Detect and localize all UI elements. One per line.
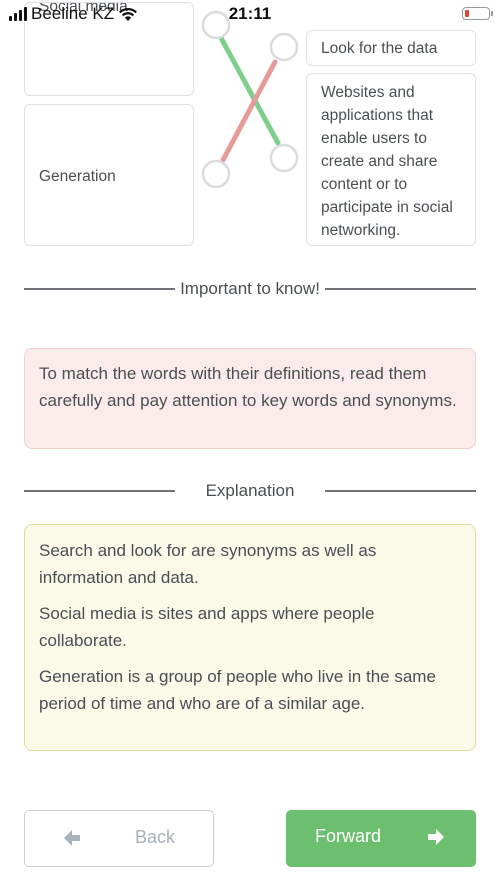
important-text: To match the words with their definition… <box>39 364 457 410</box>
right-item-look-for-the-data[interactable]: Look for the data <box>306 30 476 66</box>
right-item-label: Look for the data <box>321 40 438 57</box>
explanation-note: Search and look for are synonyms as well… <box>24 524 476 751</box>
right-connector-dot-1[interactable] <box>269 32 299 62</box>
back-label: Back <box>135 827 176 847</box>
important-note: To match the words with their definition… <box>24 348 476 449</box>
right-connector-dot-2[interactable] <box>269 143 299 173</box>
battery-icon <box>462 7 493 20</box>
connection-line-incorrect <box>220 59 278 163</box>
explanation-paragraph: Search and look for are synonyms as well… <box>39 541 377 587</box>
left-item-label: Generation <box>39 168 116 185</box>
divider-line <box>325 288 476 290</box>
connection-lines <box>201 10 299 189</box>
right-item-websites-definition[interactable]: Websites and applications that enable us… <box>306 73 476 246</box>
forward-button[interactable]: Forward <box>286 810 476 867</box>
right-item-label: Websites and applications that enable us… <box>321 84 453 239</box>
arrow-left-icon <box>64 830 80 846</box>
explanation-heading: Explanation <box>205 481 295 500</box>
arrow-right-icon <box>428 829 444 845</box>
status-bar: Beeline KZ 21:11 <box>0 0 500 30</box>
explanation-paragraph: Social media is sites and apps where peo… <box>39 604 375 650</box>
back-button[interactable]: Back <box>24 810 214 867</box>
important-heading: Important to know! <box>180 279 320 298</box>
left-item-generation[interactable]: Generation <box>24 104 194 246</box>
left-connector-dot-2[interactable] <box>201 159 231 189</box>
explanation-paragraph: Generation is a group of people who live… <box>39 667 436 713</box>
divider-line <box>24 490 175 492</box>
explanation-divider: Explanation <box>24 478 476 504</box>
clock: 21:11 <box>228 4 272 23</box>
forward-label: Forward <box>315 826 382 846</box>
divider-line <box>325 490 476 492</box>
important-divider: Important to know! <box>24 276 476 302</box>
divider-line <box>24 288 175 290</box>
connection-line-correct <box>217 33 281 146</box>
